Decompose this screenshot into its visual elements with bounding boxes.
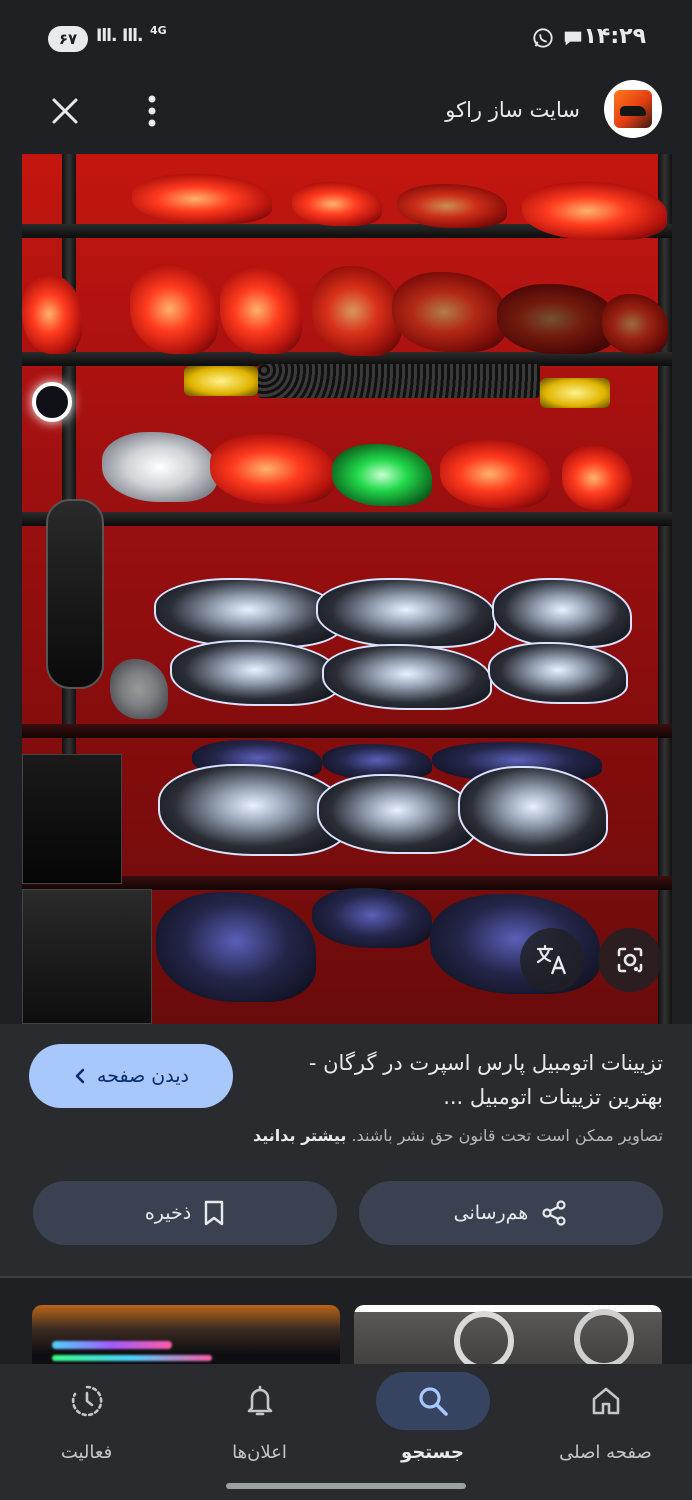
shelf-post bbox=[658, 154, 672, 1024]
battery-indicator: ۶۷ bbox=[48, 26, 88, 52]
lens-button[interactable] bbox=[598, 928, 662, 992]
site-favicon[interactable] bbox=[604, 80, 662, 138]
more-vert-icon bbox=[148, 95, 156, 127]
share-icon bbox=[542, 1200, 566, 1226]
nav-home-label: صفحه اصلی bbox=[559, 1442, 652, 1463]
product-box bbox=[22, 754, 122, 884]
tail-lamp bbox=[397, 184, 507, 228]
visit-page-button[interactable]: دیدن صفحه bbox=[29, 1044, 233, 1108]
result-title[interactable]: تزیینات اتومبیل پارس اسپرت در گرگان - به… bbox=[253, 1046, 663, 1114]
top-app-bar: سایت ساز راکو bbox=[0, 72, 692, 154]
nav-search-icon-wrap bbox=[375, 1372, 490, 1430]
activity-icon bbox=[71, 1385, 102, 1417]
nav-search-label: جستجو bbox=[401, 1442, 464, 1463]
translate-icon bbox=[536, 944, 567, 975]
bottom-navigation: صفحه اصلی جستجو اعلان‌ها فعالیت bbox=[0, 1364, 692, 1500]
nav-activity-icon-wrap bbox=[30, 1372, 144, 1430]
search-icon bbox=[418, 1387, 448, 1416]
side-mirror bbox=[46, 499, 104, 689]
status-time: ۱۴:۲۹ bbox=[583, 24, 646, 49]
close-icon bbox=[52, 98, 78, 124]
signal-strength-1: Ill. bbox=[96, 26, 117, 46]
network-type: 4G bbox=[150, 24, 167, 37]
nav-home-icon-wrap bbox=[549, 1372, 663, 1430]
home-indicator[interactable] bbox=[226, 1483, 466, 1489]
shelf bbox=[22, 724, 672, 738]
learn-more-link[interactable]: بیشتر بدانید bbox=[253, 1126, 346, 1145]
shelf bbox=[22, 512, 672, 526]
share-label: هم‌رسانی bbox=[453, 1202, 529, 1224]
nav-search[interactable]: جستجو bbox=[346, 1364, 519, 1500]
signal-strength-2: Ill. bbox=[122, 26, 143, 46]
nav-notifications[interactable]: اعلان‌ها bbox=[173, 1364, 346, 1500]
bell-icon bbox=[247, 1385, 272, 1416]
result-info-panel: تزیینات اتومبیل پارس اسپرت در گرگان - به… bbox=[0, 1024, 692, 1276]
nav-activity[interactable]: فعالیت bbox=[0, 1364, 173, 1500]
fog-lamp bbox=[184, 366, 258, 396]
more-options-button[interactable] bbox=[136, 90, 168, 132]
lens-icon bbox=[617, 947, 643, 973]
related-images bbox=[0, 1278, 692, 1364]
led-strip bbox=[52, 1341, 172, 1349]
bookmark-icon bbox=[205, 1200, 224, 1226]
steering-wheel bbox=[454, 1311, 514, 1364]
chat-icon bbox=[564, 31, 582, 46]
site-name[interactable]: سایت ساز راکو bbox=[445, 98, 580, 122]
fog-lamp bbox=[540, 378, 610, 408]
nav-activity-label: فعالیت bbox=[60, 1442, 113, 1463]
home-icon bbox=[592, 1387, 619, 1415]
copyright-notice: تصاویر ممکن است تحت قانون حق نشر باشند. … bbox=[253, 1126, 663, 1145]
ring-lamp bbox=[32, 382, 72, 422]
chevron-left-icon bbox=[75, 1068, 85, 1084]
site-logo-image bbox=[614, 90, 652, 128]
nav-notifications-label: اعلان‌ها bbox=[232, 1442, 287, 1463]
product-box bbox=[22, 889, 152, 1024]
save-label: ذخیره bbox=[144, 1202, 192, 1224]
related-image-thumbnail[interactable] bbox=[354, 1305, 662, 1364]
related-image-thumbnail[interactable] bbox=[32, 1305, 340, 1364]
tail-lamp bbox=[292, 182, 382, 226]
nav-home[interactable]: صفحه اصلی bbox=[519, 1364, 692, 1500]
visit-page-label: دیدن صفحه bbox=[97, 1065, 189, 1087]
led-strip bbox=[52, 1355, 212, 1361]
share-button[interactable]: هم‌رسانی bbox=[359, 1181, 663, 1245]
grille bbox=[258, 364, 540, 398]
nav-notifications-icon-wrap bbox=[203, 1372, 317, 1430]
translate-button[interactable] bbox=[520, 928, 584, 992]
save-button[interactable]: ذخیره bbox=[33, 1181, 337, 1245]
close-button[interactable] bbox=[44, 90, 86, 132]
result-image[interactable] bbox=[22, 154, 672, 1024]
whatsapp-icon bbox=[533, 28, 553, 48]
copyright-text: تصاویر ممکن است تحت قانون حق نشر باشند. bbox=[351, 1126, 663, 1145]
status-bar: ۶۷ Ill. Ill. 4G ۱۴:۲۹ bbox=[0, 0, 692, 72]
steering-wheel bbox=[574, 1309, 634, 1364]
